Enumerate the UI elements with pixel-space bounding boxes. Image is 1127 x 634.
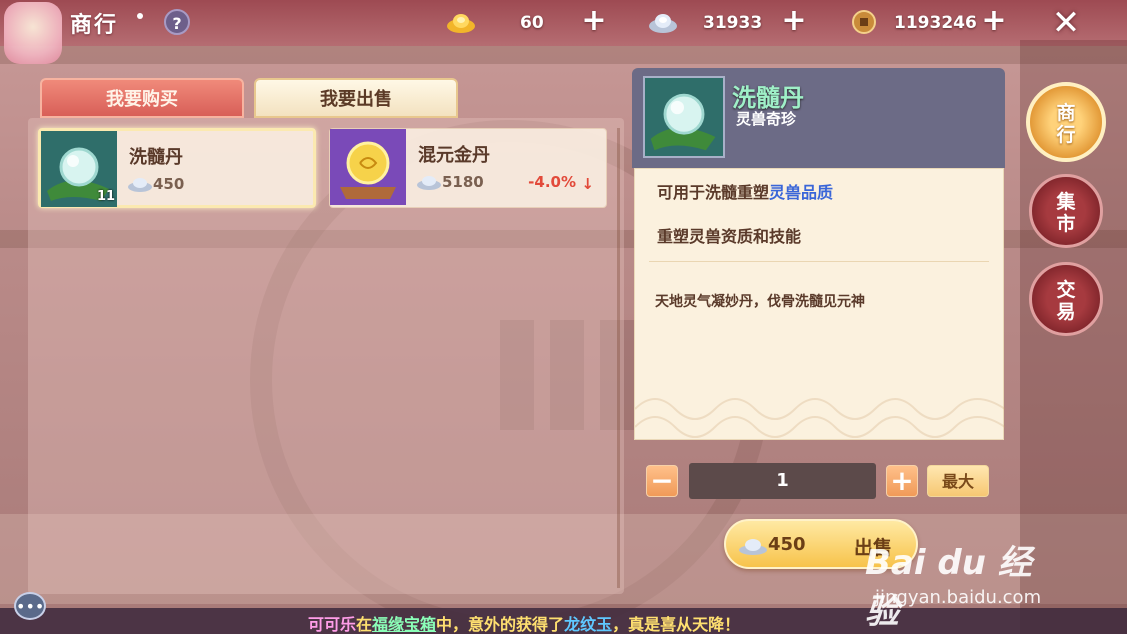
wave-pattern: [635, 398, 1005, 438]
sell-price: 450: [768, 534, 806, 555]
description-text: 可用于洗髓重塑: [657, 183, 770, 202]
nav-shop[interactable]: 商行: [1026, 82, 1106, 162]
detail-item-type: 灵兽奇珍: [736, 110, 797, 128]
ticker-text: 中，意外的获得了: [436, 615, 565, 634]
help-button[interactable]: ?: [164, 9, 190, 35]
ticker-item-link[interactable]: 龙纹玉: [564, 615, 612, 634]
divider: [649, 261, 989, 262]
item-name: 混元金丹: [418, 145, 490, 166]
item-card-xisuidan[interactable]: 11 洗髓丹 450: [38, 128, 316, 208]
watermark: Bai du 经验 jingyan.baidu.com: [865, 515, 1065, 632]
silver-ingot-icon: [417, 176, 441, 190]
ticker-message: 可可乐在福缘宝箱中，意外的获得了龙纹玉，真是喜从天降！: [308, 611, 740, 634]
lantern-icon: [4, 2, 62, 64]
item-detail-panel: 洗髓丹 灵兽奇珍 可用于洗髓重塑灵兽品质 重塑灵兽资质和技能 天地灵气凝妙丹，伐…: [632, 68, 1005, 440]
silver-ingot-icon: [649, 14, 677, 33]
silver-value: 31933: [703, 13, 763, 33]
ticker-text: 在: [356, 615, 373, 634]
description-line-2: 重塑灵兽资质和技能: [657, 227, 802, 246]
arrow-down-icon: ↓: [581, 175, 594, 193]
scrollbar[interactable]: [617, 128, 620, 588]
description-highlight: 灵兽品质: [769, 183, 834, 202]
add-gold-button[interactable]: +: [580, 6, 608, 36]
item-count: 11: [97, 189, 116, 204]
ticker-box-link[interactable]: 福缘宝箱: [372, 615, 436, 634]
ticker-player-name[interactable]: 可可乐: [308, 615, 356, 634]
jade-orb-icon: [643, 76, 725, 158]
nav-trade[interactable]: 交易: [1029, 262, 1103, 336]
detail-description: 可用于洗髓重塑灵兽品质 重塑灵兽资质和技能 天地灵气凝妙丹，伐骨洗髓见元神: [634, 168, 1005, 440]
quantity-decrease-button[interactable]: −: [646, 465, 678, 497]
nav-label: 商行: [1056, 102, 1076, 146]
close-icon[interactable]: ✕: [1046, 4, 1086, 44]
quantity-increase-button[interactable]: +: [886, 465, 918, 497]
add-copper-button[interactable]: +: [980, 6, 1008, 36]
watermark-url: jingyan.baidu.com: [875, 587, 1042, 608]
description-line-1: 可用于洗髓重塑灵兽品质: [657, 179, 833, 203]
gold-ingot-icon: [447, 14, 475, 33]
nav-label: 交易: [1056, 279, 1076, 323]
add-silver-button[interactable]: +: [780, 6, 808, 36]
ticker-text: ，真是喜从天降！: [612, 615, 741, 634]
silver-ingot-icon: [128, 178, 152, 192]
title-dot: [137, 13, 143, 19]
quantity-max-button[interactable]: 最大: [927, 465, 989, 497]
silver-ingot-icon: [739, 539, 767, 555]
copper-coin-icon: [852, 10, 876, 34]
copper-value: 1193246: [894, 13, 977, 33]
item-price: 450: [153, 175, 185, 193]
nav-label: 集市: [1056, 191, 1076, 235]
detail-header: 洗髓丹 灵兽奇珍: [632, 68, 1005, 168]
chat-icon[interactable]: •••: [14, 592, 46, 620]
item-price: 5180: [442, 173, 484, 191]
flavor-text: 天地灵气凝妙丹，伐骨洗髓见元神: [655, 294, 865, 310]
watermark-logo: Bai du 经验: [865, 543, 1032, 632]
gold-value: 60: [520, 13, 544, 33]
item-name: 洗髓丹: [129, 147, 183, 168]
quantity-input[interactable]: 1: [689, 463, 876, 499]
nav-market[interactable]: 集市: [1029, 174, 1103, 248]
golden-orb-icon: [330, 129, 406, 205]
item-card-hunyuanjindan[interactable]: 混元金丹 5180 -4.0% ↓: [329, 128, 607, 208]
price-change: -4.0%: [528, 173, 576, 191]
tab-sell[interactable]: 我要出售: [254, 78, 458, 118]
tab-buy[interactable]: 我要购买: [40, 78, 244, 118]
page-title: 商行: [70, 13, 119, 38]
